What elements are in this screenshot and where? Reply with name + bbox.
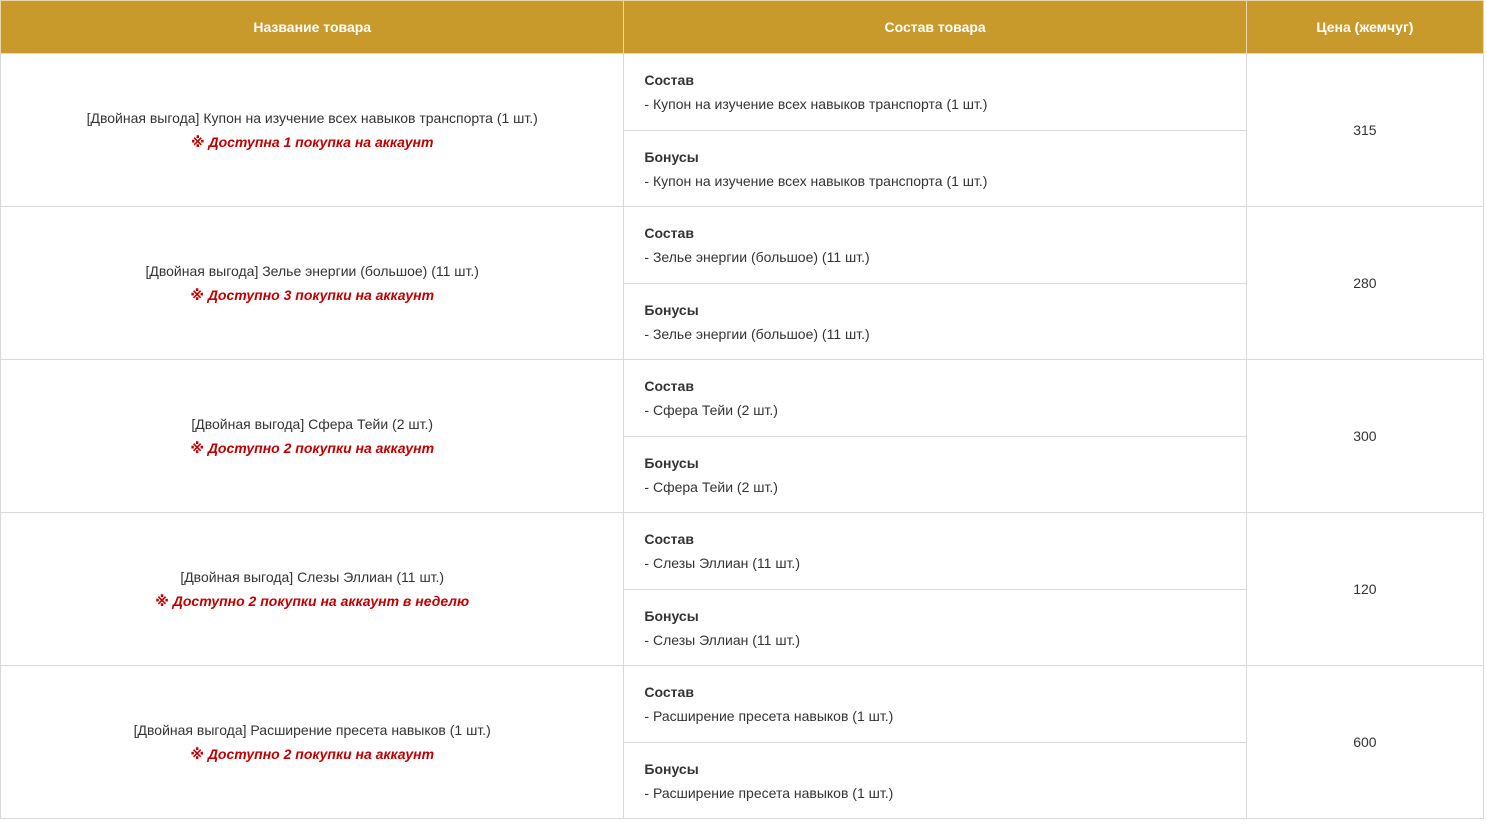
table-header-row: Название товара Состав товара Цена (жемч… (0, 0, 1485, 54)
bonus-block: Бонусы - Купон на изучение всех навыков … (624, 130, 1246, 206)
table-row: [Двойная выгода] Зелье энергии (большое)… (0, 206, 1485, 360)
contents-block: Состав - Расширение пресета навыков (1 ш… (624, 666, 1245, 742)
contents-item: - Расширение пресета навыков (1 шт.) (644, 708, 894, 724)
product-composition-cell: Состав - Зелье энергии (большое) (11 шт.… (623, 206, 1247, 360)
bonus-block: Бонусы - Сфера Тейи (2 шт.) (624, 436, 1246, 512)
contents-title: Состав (644, 72, 694, 88)
table-row: [Двойная выгода] Расширение пресета навы… (0, 665, 1485, 819)
price-cell: 300 (1245, 359, 1485, 513)
price-cell: 600 (1245, 665, 1485, 819)
bonus-block: Бонусы - Зелье энергии (большое) (11 шт.… (624, 283, 1246, 359)
bonus-title: Бонусы (644, 608, 699, 624)
contents-item: - Зелье энергии (большое) (11 шт.) (644, 249, 870, 265)
contents-title: Состав (644, 531, 694, 547)
contents-title: Состав (644, 378, 694, 394)
contents-block: Состав - Зелье энергии (большое) (11 шт.… (624, 207, 1245, 283)
product-table: Название товара Состав товара Цена (жемч… (0, 0, 1485, 819)
product-name-cell: [Двойная выгода] Слезы Эллиан (11 шт.) ※… (0, 512, 625, 666)
product-name: [Двойная выгода] Купон на изучение всех … (86, 110, 538, 126)
header-price: Цена (жемчуг) (1245, 0, 1485, 54)
bonus-item: - Расширение пресета навыков (1 шт.) (644, 785, 894, 801)
price-cell: 280 (1245, 206, 1485, 360)
table-row: [Двойная выгода] Слезы Эллиан (11 шт.) ※… (0, 512, 1485, 666)
product-name: [Двойная выгода] Слезы Эллиан (11 шт.) (180, 569, 445, 585)
contents-block: Состав - Слезы Эллиан (11 шт.) (624, 513, 1245, 589)
price-cell: 120 (1245, 512, 1485, 666)
product-composition-cell: Состав - Слезы Эллиан (11 шт.) Бонусы - … (623, 512, 1247, 666)
bonus-item: - Зелье энергии (большое) (11 шт.) (644, 326, 870, 342)
product-composition-cell: Состав - Расширение пресета навыков (1 ш… (623, 665, 1247, 819)
product-name: [Двойная выгода] Зелье энергии (большое)… (145, 263, 479, 279)
bonus-title: Бонусы (644, 302, 699, 318)
product-name-cell: [Двойная выгода] Зелье энергии (большое)… (0, 206, 625, 360)
purchase-limit-note: ※ Доступна 1 покупка на аккаунт (190, 134, 434, 150)
contents-block: Состав - Купон на изучение всех навыков … (624, 54, 1245, 130)
purchase-limit-note: ※ Доступно 2 покупки на аккаунт в неделю (155, 593, 470, 609)
product-name: [Двойная выгода] Расширение пресета навы… (133, 722, 491, 738)
bonus-block: Бонусы - Слезы Эллиан (11 шт.) (624, 589, 1246, 665)
table-row: [Двойная выгода] Сфера Тейи (2 шт.) ※ До… (0, 359, 1485, 513)
product-composition-cell: Состав - Сфера Тейи (2 шт.) Бонусы - Сфе… (623, 359, 1247, 513)
bonus-item: - Купон на изучение всех навыков транспо… (644, 173, 988, 189)
contents-item: - Купон на изучение всех навыков транспо… (644, 96, 988, 112)
purchase-limit-note: ※ Доступно 3 покупки на аккаунт (190, 287, 435, 303)
price-cell: 315 (1245, 53, 1485, 207)
product-name-cell: [Двойная выгода] Расширение пресета навы… (0, 665, 625, 819)
bonus-title: Бонусы (644, 761, 699, 777)
bonus-item: - Слезы Эллиан (11 шт.) (644, 632, 800, 648)
header-product-name: Название товара (0, 0, 625, 54)
bonus-title: Бонусы (644, 149, 699, 165)
bonus-item: - Сфера Тейи (2 шт.) (644, 479, 778, 495)
purchase-limit-note: ※ Доступно 2 покупки на аккаунт (190, 440, 435, 456)
product-name-cell: [Двойная выгода] Купон на изучение всех … (0, 53, 625, 207)
bonus-title: Бонусы (644, 455, 699, 471)
product-name-cell: [Двойная выгода] Сфера Тейи (2 шт.) ※ До… (0, 359, 625, 513)
header-product-composition: Состав товара (623, 0, 1247, 54)
product-name: [Двойная выгода] Сфера Тейи (2 шт.) (191, 416, 434, 432)
contents-item: - Слезы Эллиан (11 шт.) (644, 555, 800, 571)
contents-title: Состав (644, 225, 694, 241)
bonus-block: Бонусы - Расширение пресета навыков (1 ш… (624, 742, 1246, 818)
purchase-limit-note: ※ Доступно 2 покупки на аккаунт (190, 746, 435, 762)
contents-block: Состав - Сфера Тейи (2 шт.) (624, 360, 1245, 436)
product-composition-cell: Состав - Купон на изучение всех навыков … (623, 53, 1247, 207)
table-row: [Двойная выгода] Купон на изучение всех … (0, 53, 1485, 207)
contents-item: - Сфера Тейи (2 шт.) (644, 402, 778, 418)
contents-title: Состав (644, 684, 694, 700)
